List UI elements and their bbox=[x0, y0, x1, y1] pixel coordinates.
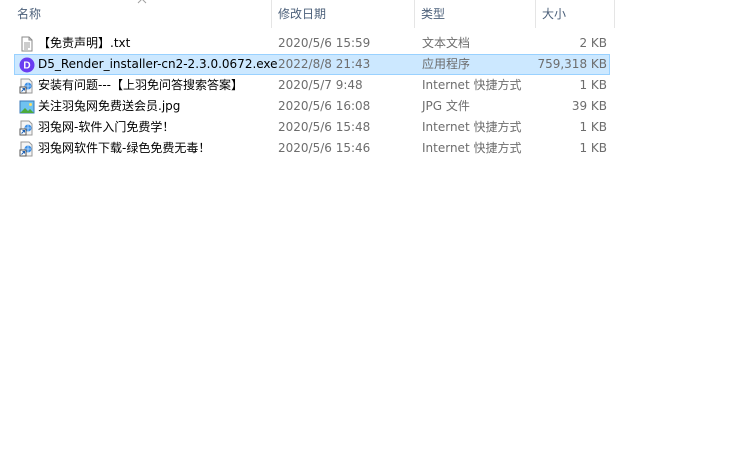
internet-shortcut-icon bbox=[19, 120, 33, 136]
column-header-type[interactable]: 类型 bbox=[421, 0, 445, 28]
file-type: Internet 快捷方式 bbox=[422, 141, 522, 155]
file-row[interactable]: 关注羽兔网免费送会员.jpg 2020/5/6 16:08 JPG 文件 39 … bbox=[14, 96, 610, 117]
file-size: 1 KB bbox=[579, 141, 607, 155]
column-divider[interactable] bbox=[414, 0, 415, 28]
file-explorer-details-view: 名称 修改日期 类型 大小 【免责声明】.txt 2020/5/6 15:59 … bbox=[0, 0, 738, 459]
file-type: 应用程序 bbox=[422, 57, 471, 71]
file-row[interactable]: 安装有问题---【上羽免问答搜索答案】 2020/5/7 9:48 Intern… bbox=[14, 75, 610, 96]
file-date: 2020/5/7 9:48 bbox=[278, 78, 363, 92]
file-date: 2020/5/6 16:08 bbox=[278, 99, 371, 113]
internet-shortcut-icon bbox=[19, 78, 33, 94]
file-date: 2022/8/8 21:43 bbox=[278, 57, 371, 71]
file-type: JPG 文件 bbox=[422, 99, 470, 113]
file-size: 1 KB bbox=[579, 120, 607, 134]
column-header-size[interactable]: 大小 bbox=[542, 0, 566, 28]
file-row[interactable]: 【免责声明】.txt 2020/5/6 15:59 文本文档 2 KB bbox=[14, 33, 610, 54]
file-size: 2 KB bbox=[579, 36, 607, 50]
file-date: 2020/5/6 15:59 bbox=[278, 36, 371, 50]
column-header-bar: 名称 修改日期 类型 大小 bbox=[0, 0, 738, 28]
file-name: 羽兔网软件下载-绿色免费无毒！ bbox=[38, 141, 211, 155]
file-type: Internet 快捷方式 bbox=[422, 78, 522, 92]
file-name: 羽兔网-软件入门免费学！ bbox=[38, 120, 175, 134]
column-header-date[interactable]: 修改日期 bbox=[278, 0, 326, 28]
file-size: 759,318 KB bbox=[537, 57, 607, 71]
file-name: 安装有问题---【上羽免问答搜索答案】 bbox=[38, 78, 243, 92]
file-size: 39 KB bbox=[571, 99, 607, 113]
text-file-icon bbox=[21, 36, 33, 52]
file-type: Internet 快捷方式 bbox=[422, 120, 522, 134]
column-divider[interactable] bbox=[535, 0, 536, 28]
file-name: 关注羽兔网免费送会员.jpg bbox=[38, 99, 181, 113]
file-row[interactable]: 羽兔网-软件入门免费学！ 2020/5/6 15:48 Internet 快捷方… bbox=[14, 117, 610, 138]
d5-app-icon: D bbox=[19, 57, 35, 73]
file-row-selected[interactable]: D D5_Render_installer-cn2-2.3.0.0672.exe… bbox=[14, 54, 610, 75]
internet-shortcut-icon bbox=[19, 141, 33, 157]
column-divider[interactable] bbox=[271, 0, 272, 28]
file-size: 1 KB bbox=[579, 78, 607, 92]
column-header-name[interactable]: 名称 bbox=[17, 0, 41, 28]
file-date: 2020/5/6 15:48 bbox=[278, 120, 371, 134]
file-type: 文本文档 bbox=[422, 36, 471, 50]
svg-text:D: D bbox=[23, 61, 30, 72]
file-name: 【免责声明】.txt bbox=[38, 36, 131, 50]
file-name: D5_Render_installer-cn2-2.3.0.0672.exe bbox=[38, 57, 278, 71]
image-file-icon bbox=[19, 100, 35, 114]
sort-ascending-icon bbox=[137, 0, 147, 4]
file-row[interactable]: 羽兔网软件下载-绿色免费无毒！ 2020/5/6 15:46 Internet … bbox=[14, 138, 610, 159]
column-divider[interactable] bbox=[614, 0, 615, 28]
file-date: 2020/5/6 15:46 bbox=[278, 141, 371, 155]
